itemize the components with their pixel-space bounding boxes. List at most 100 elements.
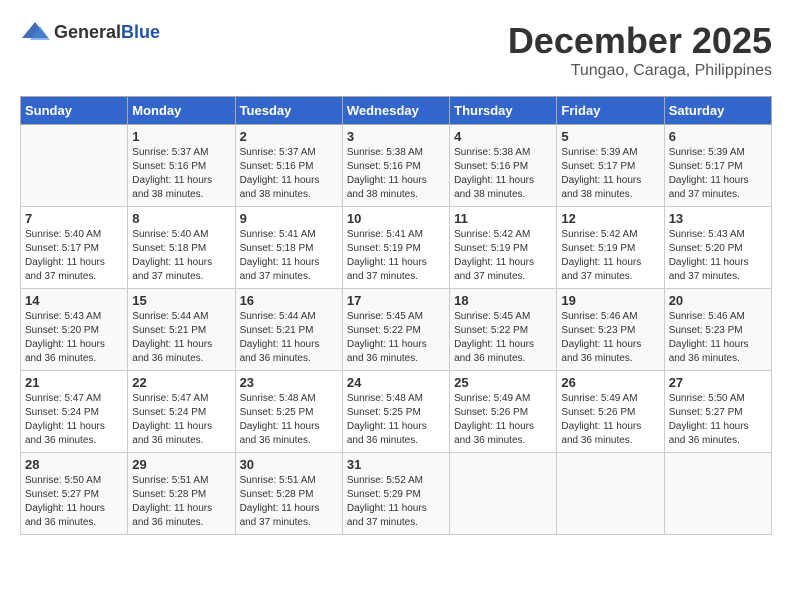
day-number: 22	[132, 375, 230, 390]
day-info: Sunrise: 5:43 AMSunset: 5:20 PMDaylight:…	[669, 228, 767, 284]
day-info: Sunrise: 5:41 AMSunset: 5:18 PMDaylight:…	[240, 228, 338, 284]
day-number: 29	[132, 457, 230, 472]
day-number: 10	[347, 211, 445, 226]
day-number: 25	[454, 375, 552, 390]
calendar-day-cell: 17 Sunrise: 5:45 AMSunset: 5:22 PMDayligh…	[342, 289, 449, 371]
day-info: Sunrise: 5:51 AMSunset: 5:28 PMDaylight:…	[240, 474, 338, 530]
day-info: Sunrise: 5:46 AMSunset: 5:23 PMDaylight:…	[561, 310, 659, 366]
calendar-day-cell: 14 Sunrise: 5:43 AMSunset: 5:20 PMDayligh…	[21, 289, 128, 371]
day-info: Sunrise: 5:38 AMSunset: 5:16 PMDaylight:…	[454, 146, 552, 202]
day-info: Sunrise: 5:43 AMSunset: 5:20 PMDaylight:…	[25, 310, 123, 366]
day-info: Sunrise: 5:50 AMSunset: 5:27 PMDaylight:…	[25, 474, 123, 530]
calendar-day-cell: 16 Sunrise: 5:44 AMSunset: 5:21 PMDayligh…	[235, 289, 342, 371]
calendar-day-cell: 9 Sunrise: 5:41 AMSunset: 5:18 PMDaylight…	[235, 207, 342, 289]
day-info: Sunrise: 5:52 AMSunset: 5:29 PMDaylight:…	[347, 474, 445, 530]
day-info: Sunrise: 5:45 AMSunset: 5:22 PMDaylight:…	[454, 310, 552, 366]
calendar-day-cell: 4 Sunrise: 5:38 AMSunset: 5:16 PMDaylight…	[450, 125, 557, 207]
day-number: 12	[561, 211, 659, 226]
day-of-week-header: Sunday	[21, 97, 128, 125]
day-number: 3	[347, 129, 445, 144]
day-info: Sunrise: 5:37 AMSunset: 5:16 PMDaylight:…	[240, 146, 338, 202]
day-info: Sunrise: 5:44 AMSunset: 5:21 PMDaylight:…	[132, 310, 230, 366]
logo-text-general: General	[54, 22, 121, 42]
day-number: 21	[25, 375, 123, 390]
calendar-day-cell: 19 Sunrise: 5:46 AMSunset: 5:23 PMDayligh…	[557, 289, 664, 371]
day-info: Sunrise: 5:41 AMSunset: 5:19 PMDaylight:…	[347, 228, 445, 284]
calendar-day-cell: 22 Sunrise: 5:47 AMSunset: 5:24 PMDayligh…	[128, 371, 235, 453]
day-number: 30	[240, 457, 338, 472]
calendar-day-cell	[664, 453, 771, 535]
day-number: 24	[347, 375, 445, 390]
day-info: Sunrise: 5:39 AMSunset: 5:17 PMDaylight:…	[561, 146, 659, 202]
day-info: Sunrise: 5:48 AMSunset: 5:25 PMDaylight:…	[240, 392, 338, 448]
calendar-day-cell: 1Sunrise: 5:37 AMSunset: 5:16 PMDaylight…	[128, 125, 235, 207]
day-number: 9	[240, 211, 338, 226]
day-info: Sunrise: 5:48 AMSunset: 5:25 PMDaylight:…	[347, 392, 445, 448]
calendar-day-cell: 27 Sunrise: 5:50 AMSunset: 5:27 PMDayligh…	[664, 371, 771, 453]
header: GeneralBlue December 2025 Tungao, Caraga…	[20, 20, 772, 80]
day-number: 13	[669, 211, 767, 226]
day-number: 6	[669, 129, 767, 144]
day-info: Sunrise: 5:47 AMSunset: 5:24 PMDaylight:…	[25, 392, 123, 448]
day-number: 27	[669, 375, 767, 390]
calendar-week-row: 7 Sunrise: 5:40 AMSunset: 5:17 PMDaylight…	[21, 207, 772, 289]
day-of-week-header: Saturday	[664, 97, 771, 125]
day-info: Sunrise: 5:47 AMSunset: 5:24 PMDaylight:…	[132, 392, 230, 448]
day-number: 17	[347, 293, 445, 308]
calendar-day-cell: 15 Sunrise: 5:44 AMSunset: 5:21 PMDayligh…	[128, 289, 235, 371]
day-number: 14	[25, 293, 123, 308]
day-info: Sunrise: 5:38 AMSunset: 5:16 PMDaylight:…	[347, 146, 445, 202]
calendar-day-cell: 13 Sunrise: 5:43 AMSunset: 5:20 PMDayligh…	[664, 207, 771, 289]
day-info: Sunrise: 5:49 AMSunset: 5:26 PMDaylight:…	[454, 392, 552, 448]
calendar-day-cell: 6 Sunrise: 5:39 AMSunset: 5:17 PMDaylight…	[664, 125, 771, 207]
day-number: 2	[240, 129, 338, 144]
calendar-day-cell: 21 Sunrise: 5:47 AMSunset: 5:24 PMDayligh…	[21, 371, 128, 453]
day-info: Sunrise: 5:39 AMSunset: 5:17 PMDaylight:…	[669, 146, 767, 202]
day-of-week-header: Friday	[557, 97, 664, 125]
calendar-week-row: 28Sunrise: 5:50 AMSunset: 5:27 PMDayligh…	[21, 453, 772, 535]
day-of-week-header: Wednesday	[342, 97, 449, 125]
title-area: December 2025 Tungao, Caraga, Philippine…	[508, 20, 772, 80]
day-of-week-header: Thursday	[450, 97, 557, 125]
calendar-day-cell: 5Sunrise: 5:39 AMSunset: 5:17 PMDaylight…	[557, 125, 664, 207]
calendar-day-cell: 26Sunrise: 5:49 AMSunset: 5:26 PMDayligh…	[557, 371, 664, 453]
day-info: Sunrise: 5:51 AMSunset: 5:28 PMDaylight:…	[132, 474, 230, 530]
day-info: Sunrise: 5:44 AMSunset: 5:21 PMDaylight:…	[240, 310, 338, 366]
calendar-day-cell: 12 Sunrise: 5:42 AMSunset: 5:19 PMDayligh…	[557, 207, 664, 289]
calendar-body: 1Sunrise: 5:37 AMSunset: 5:16 PMDaylight…	[21, 125, 772, 535]
day-info: Sunrise: 5:40 AMSunset: 5:18 PMDaylight:…	[132, 228, 230, 284]
day-number: 16	[240, 293, 338, 308]
calendar-day-cell: 8 Sunrise: 5:40 AMSunset: 5:18 PMDaylight…	[128, 207, 235, 289]
day-number: 8	[132, 211, 230, 226]
calendar-day-cell: 11 Sunrise: 5:42 AMSunset: 5:19 PMDayligh…	[450, 207, 557, 289]
day-number: 19	[561, 293, 659, 308]
logo: GeneralBlue	[20, 20, 160, 44]
calendar-day-cell	[21, 125, 128, 207]
day-info: Sunrise: 5:50 AMSunset: 5:27 PMDaylight:…	[669, 392, 767, 448]
day-of-week-header: Monday	[128, 97, 235, 125]
calendar-day-cell: 28Sunrise: 5:50 AMSunset: 5:27 PMDayligh…	[21, 453, 128, 535]
calendar-week-row: 21 Sunrise: 5:47 AMSunset: 5:24 PMDayligh…	[21, 371, 772, 453]
calendar-day-cell: 2 Sunrise: 5:37 AMSunset: 5:16 PMDaylight…	[235, 125, 342, 207]
calendar-day-cell: 18Sunrise: 5:45 AMSunset: 5:22 PMDayligh…	[450, 289, 557, 371]
calendar-day-cell	[450, 453, 557, 535]
day-info: Sunrise: 5:42 AMSunset: 5:19 PMDaylight:…	[561, 228, 659, 284]
calendar-day-cell: 31Sunrise: 5:52 AMSunset: 5:29 PMDayligh…	[342, 453, 449, 535]
day-number: 23	[240, 375, 338, 390]
logo-text-blue: Blue	[121, 22, 160, 42]
day-number: 11	[454, 211, 552, 226]
calendar-week-row: 14 Sunrise: 5:43 AMSunset: 5:20 PMDayligh…	[21, 289, 772, 371]
day-number: 4	[454, 129, 552, 144]
calendar-header-row: SundayMondayTuesdayWednesdayThursdayFrid…	[21, 97, 772, 125]
day-of-week-header: Tuesday	[235, 97, 342, 125]
day-info: Sunrise: 5:45 AMSunset: 5:22 PMDaylight:…	[347, 310, 445, 366]
calendar-day-cell: 29 Sunrise: 5:51 AMSunset: 5:28 PMDayligh…	[128, 453, 235, 535]
day-number: 20	[669, 293, 767, 308]
day-info: Sunrise: 5:42 AMSunset: 5:19 PMDaylight:…	[454, 228, 552, 284]
day-info: Sunrise: 5:37 AMSunset: 5:16 PMDaylight:…	[132, 146, 230, 202]
day-number: 7	[25, 211, 123, 226]
calendar-day-cell: 10 Sunrise: 5:41 AMSunset: 5:19 PMDayligh…	[342, 207, 449, 289]
day-info: Sunrise: 5:49 AMSunset: 5:26 PMDaylight:…	[561, 392, 659, 448]
day-number: 15	[132, 293, 230, 308]
day-info: Sunrise: 5:40 AMSunset: 5:17 PMDaylight:…	[25, 228, 123, 284]
